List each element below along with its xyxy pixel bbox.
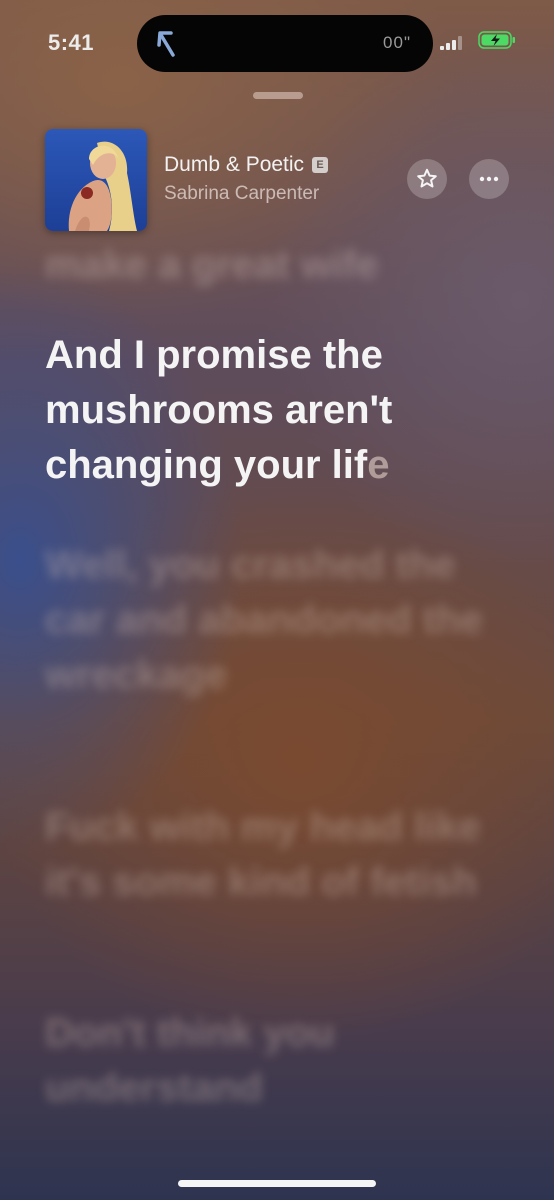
artist-name[interactable]: Sabrina Carpenter: [164, 183, 319, 205]
song-title-row[interactable]: Dumb & Poetic E: [164, 153, 329, 177]
album-artwork[interactable]: [45, 129, 147, 231]
lyric-sung-text: And I promise the mushrooms aren't chang…: [45, 333, 393, 487]
lyric-line-upcoming[interactable]: Well, you crashed the car and abandoned …: [45, 538, 515, 703]
explicit-badge: E: [312, 157, 329, 173]
back-arrow-icon: [157, 31, 175, 57]
lyric-line-current[interactable]: And I promise the mushrooms aren't chang…: [45, 328, 515, 493]
dynamic-island[interactable]: 00": [137, 15, 433, 72]
cellular-signal-icon: [440, 36, 462, 50]
island-timer-text: 00": [383, 33, 411, 52]
status-time: 5:41: [48, 30, 95, 55]
home-indicator[interactable]: [178, 1180, 376, 1187]
album-cover-image: [45, 129, 147, 231]
favorite-button[interactable]: [407, 159, 447, 199]
lyrics-screen: 5:41 00" Dumb & Poetic E Sabrina Carpent…: [0, 0, 554, 1200]
star-icon: [417, 168, 437, 188]
lyric-unsung-text: e: [367, 443, 390, 487]
lyric-line-upcoming[interactable]: Don't think you understand: [45, 1006, 515, 1116]
more-options-button[interactable]: [469, 159, 509, 199]
ellipsis-icon: [479, 176, 499, 182]
sheet-grabber[interactable]: [253, 92, 303, 99]
lyric-line-previous[interactable]: make a great wife: [45, 238, 515, 293]
song-title: Dumb & Poetic: [164, 153, 305, 176]
battery-charging-icon: [478, 31, 515, 49]
lyric-line-upcoming[interactable]: Fuck with my head like it's some kind of…: [45, 800, 515, 910]
